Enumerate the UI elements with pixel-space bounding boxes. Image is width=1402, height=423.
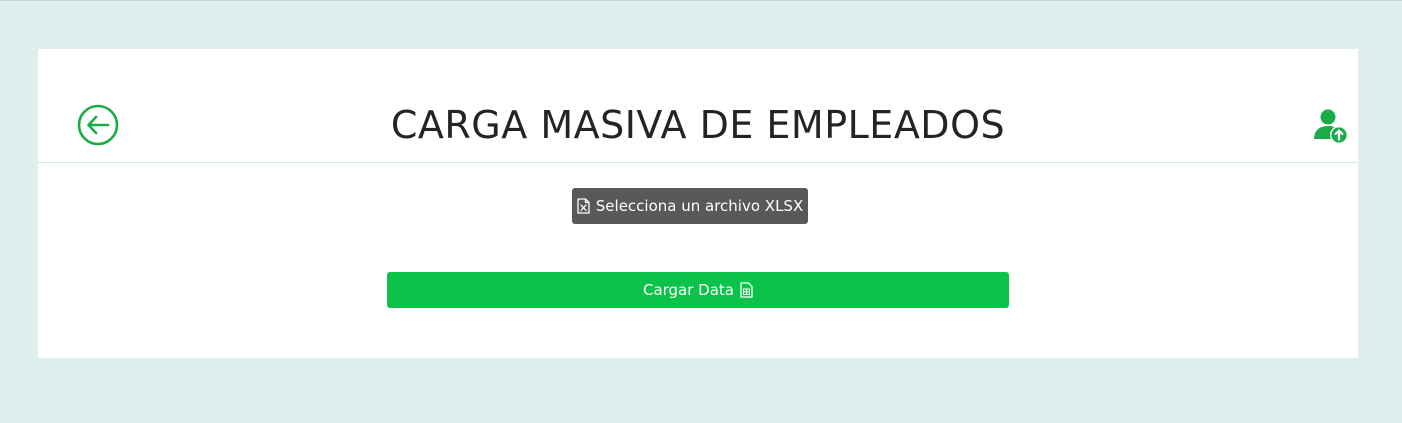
card-header: CARGA MASIVA DE EMPLEADOS [38, 49, 1358, 163]
page-title: CARGA MASIVA DE EMPLEADOS [390, 103, 1006, 147]
select-file-label: Selecciona un archivo XLSX [595, 197, 804, 215]
file-spreadsheet-icon [740, 282, 753, 298]
file-excel-icon [577, 198, 590, 214]
main-card: CARGA MASIVA DE EMPLEADOS Selecciona un … [38, 49, 1358, 358]
top-border [0, 0, 1402, 1]
select-file-button[interactable]: Selecciona un archivo XLSX [572, 188, 808, 224]
user-upload-button[interactable] [1311, 107, 1351, 147]
user-upload-icon [1314, 109, 1348, 144]
load-data-label: Cargar Data [642, 281, 735, 299]
load-data-button[interactable]: Cargar Data [387, 272, 1009, 308]
